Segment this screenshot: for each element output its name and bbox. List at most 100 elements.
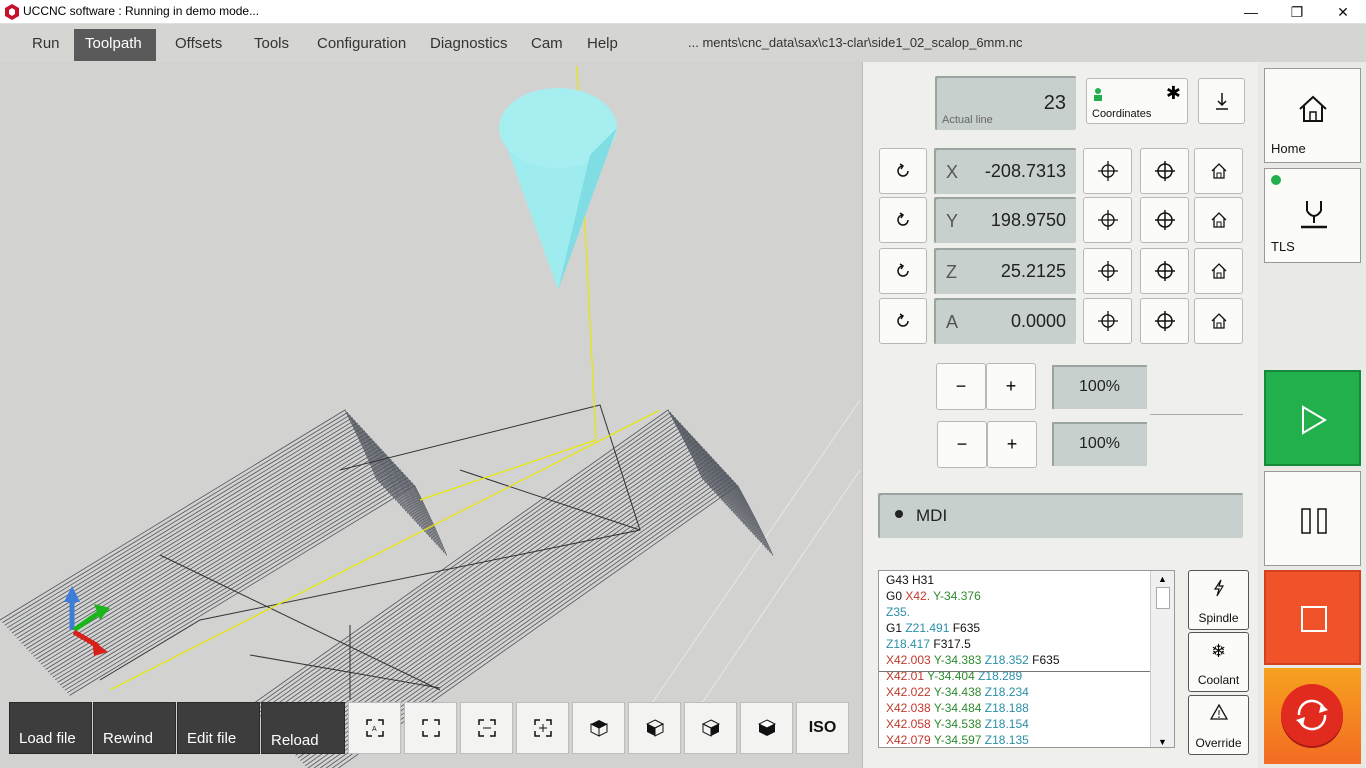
target-icon bbox=[1154, 311, 1175, 331]
zero-z-button[interactable] bbox=[879, 248, 927, 294]
coolant-button[interactable]: ❄ Coolant bbox=[1188, 632, 1249, 692]
dro-y[interactable]: Y 198.9750 bbox=[934, 197, 1076, 243]
mdi-input[interactable]: MDI bbox=[878, 493, 1243, 538]
probe-down-button[interactable] bbox=[1198, 78, 1245, 124]
refresh-icon bbox=[897, 313, 909, 327]
gcode-token: Y-34.376 bbox=[930, 589, 981, 603]
probe-z-button[interactable] bbox=[1140, 248, 1189, 294]
menu-diagnostics[interactable]: Diagnostics bbox=[419, 29, 519, 61]
dro-x[interactable]: X -208.7313 bbox=[934, 148, 1076, 194]
gcode-line[interactable]: G43 H31 bbox=[886, 573, 934, 587]
zero-x-button[interactable] bbox=[879, 148, 927, 194]
gcode-token: Z18.234 bbox=[981, 685, 1029, 699]
move-to-zero-x-button[interactable] bbox=[1083, 148, 1132, 194]
move-to-zero-y-button[interactable] bbox=[1083, 197, 1132, 243]
scroll-down-icon[interactable]: ▼ bbox=[1158, 737, 1167, 747]
menu-tools[interactable]: Tools bbox=[243, 29, 300, 61]
feed-minus-button[interactable]: − bbox=[936, 363, 986, 410]
cycle-start-button[interactable] bbox=[1264, 370, 1361, 466]
feed-hold-button[interactable] bbox=[1264, 471, 1361, 566]
scroll-thumb[interactable] bbox=[1156, 587, 1170, 609]
gcode-token: X42.003 bbox=[886, 653, 931, 667]
dro-a[interactable]: A 0.0000 bbox=[934, 298, 1076, 344]
scroll-up-icon[interactable]: ▲ bbox=[1158, 574, 1167, 584]
crosshair-icon bbox=[1097, 261, 1118, 281]
menu-configuration[interactable]: Configuration bbox=[306, 29, 417, 61]
toolpath-viewport[interactable] bbox=[0, 62, 862, 768]
override-button[interactable]: Override bbox=[1188, 695, 1249, 755]
view-solid-button[interactable] bbox=[740, 702, 793, 754]
spindle-button[interactable]: Spindle bbox=[1188, 570, 1249, 630]
coordinates-button[interactable]: ✱ Coordinates bbox=[1086, 78, 1188, 124]
stop-button[interactable] bbox=[1264, 570, 1361, 665]
menu-help[interactable]: Help bbox=[576, 29, 629, 61]
move-to-zero-z-button[interactable] bbox=[1083, 248, 1132, 294]
gcode-line[interactable]: G0 X42. Y-34.376 bbox=[886, 589, 981, 603]
warning-icon bbox=[1189, 703, 1248, 725]
gcode-line[interactable]: X42.058 Y-34.538 Z18.154 bbox=[886, 717, 1029, 731]
move-to-zero-a-button[interactable] bbox=[1083, 298, 1132, 344]
gcode-scrollbar[interactable]: ▲ ▼ bbox=[1150, 571, 1174, 747]
home-a-button[interactable] bbox=[1194, 298, 1243, 344]
zero-a-button[interactable] bbox=[879, 298, 927, 344]
zoom-out-icon bbox=[477, 719, 496, 737]
gcode-line[interactable]: Z18.417 F317.5 bbox=[886, 637, 971, 651]
zoom-fit-button[interactable]: A bbox=[348, 702, 401, 754]
zero-y-button[interactable] bbox=[879, 197, 927, 243]
view-side-button[interactable] bbox=[684, 702, 737, 754]
target-icon bbox=[1154, 210, 1175, 230]
menu-cam[interactable]: Cam bbox=[520, 29, 574, 61]
refresh-icon bbox=[897, 163, 909, 177]
zoom-extents-button[interactable] bbox=[404, 702, 457, 754]
load-file-button[interactable]: Load file bbox=[9, 702, 92, 754]
gcode-line[interactable]: G1 Z21.491 F635 bbox=[886, 621, 980, 635]
gcode-token: X42.079 bbox=[886, 733, 931, 747]
home-button[interactable]: Home bbox=[1264, 68, 1361, 163]
probe-x-button[interactable] bbox=[1140, 148, 1189, 194]
probe-y-button[interactable] bbox=[1140, 197, 1189, 243]
zoom-out-view-button[interactable] bbox=[460, 702, 513, 754]
menu-toolpath[interactable]: Toolpath bbox=[74, 29, 156, 61]
close-button[interactable]: ✕ bbox=[1320, 0, 1366, 24]
reload-button[interactable]: Reload bbox=[261, 702, 345, 754]
minimize-button[interactable]: — bbox=[1228, 0, 1274, 24]
menu-offsets[interactable]: Offsets bbox=[164, 29, 233, 61]
zoom-fit-icon: A bbox=[365, 719, 384, 737]
actual-line-display: 23 Actual line bbox=[935, 76, 1076, 130]
home-icon bbox=[1299, 95, 1327, 122]
gcode-line[interactable]: X42.038 Y-34.484 Z18.188 bbox=[886, 701, 1029, 715]
home-y-button[interactable] bbox=[1194, 197, 1243, 243]
probe-a-button[interactable] bbox=[1140, 298, 1189, 344]
current-line-marker bbox=[879, 671, 1151, 672]
view-top-button[interactable] bbox=[572, 702, 625, 754]
reset-button[interactable] bbox=[1264, 668, 1361, 764]
gcode-line[interactable]: X42.079 Y-34.597 Z18.135 bbox=[886, 733, 1029, 747]
window-title: UCCNC software : Running in demo mode... bbox=[23, 4, 260, 18]
gcode-token: F635 bbox=[949, 621, 981, 635]
spindle-plus-button[interactable]: + bbox=[987, 421, 1037, 468]
menu-run[interactable]: Run bbox=[21, 29, 71, 61]
tls-button[interactable]: TLS bbox=[1264, 168, 1361, 263]
home-icon bbox=[1211, 212, 1226, 228]
snowflake-icon: ❄ bbox=[1210, 641, 1227, 661]
refresh-icon bbox=[897, 212, 909, 226]
view-iso-button[interactable]: ISO bbox=[796, 702, 849, 754]
rewind-button[interactable]: Rewind bbox=[93, 702, 176, 754]
home-z-button[interactable] bbox=[1194, 248, 1243, 294]
home-x-button[interactable] bbox=[1194, 148, 1243, 194]
zoom-in-view-button[interactable] bbox=[516, 702, 569, 754]
zoom-extents-icon bbox=[421, 719, 440, 737]
gcode-token: Y-34.383 bbox=[930, 653, 982, 667]
tls-status-led bbox=[1271, 175, 1281, 185]
edit-file-button[interactable]: Edit file bbox=[177, 702, 260, 754]
gcode-listing[interactable]: G43 H31 G0 X42. Y-34.376 Z35. G1 Z21.491 F6… bbox=[878, 570, 1175, 748]
dro-z[interactable]: Z 25.2125 bbox=[934, 248, 1076, 294]
gcode-line[interactable]: Z35. bbox=[886, 605, 910, 619]
gcode-token: Z18.188 bbox=[981, 701, 1029, 715]
gcode-line[interactable]: X42.003 Y-34.383 Z18.352 F635 bbox=[886, 653, 1060, 667]
view-front-button[interactable] bbox=[628, 702, 681, 754]
spindle-minus-button[interactable]: − bbox=[937, 421, 987, 468]
maximize-button[interactable]: ❐ bbox=[1274, 0, 1320, 24]
gcode-line[interactable]: X42.022 Y-34.438 Z18.234 bbox=[886, 685, 1029, 699]
feed-plus-button[interactable]: + bbox=[986, 363, 1036, 410]
